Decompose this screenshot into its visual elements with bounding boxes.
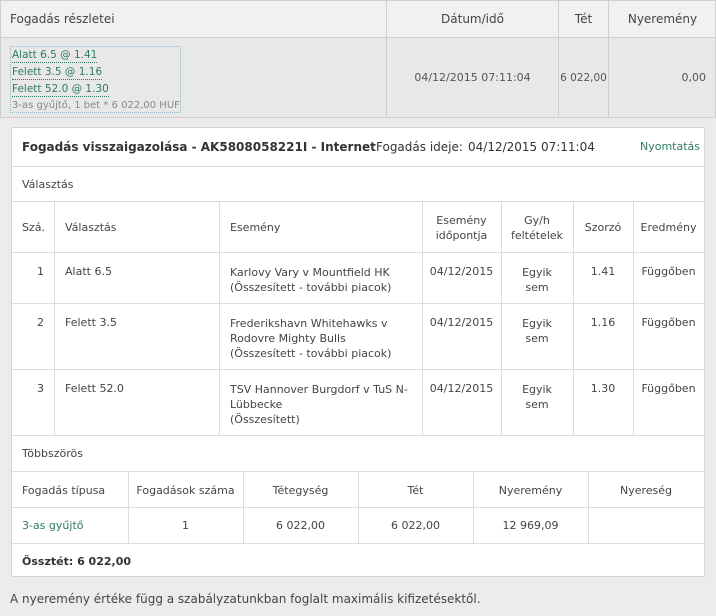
col-header-details: Fogadás részletei [0, 0, 387, 38]
divider [54, 201, 55, 435]
th-selection: Választás [65, 221, 117, 234]
bet-id: - AK5808058221I [187, 140, 308, 154]
th-conditions-line2: feltételek [510, 229, 564, 242]
col-header-winnings: Nyeremény [627, 12, 698, 26]
th-event-time-line2: időpontja [435, 229, 488, 242]
row-2-number: 2 [37, 316, 44, 329]
selections-section-label: Választás [22, 178, 74, 191]
divider [358, 471, 359, 543]
row-2-odds: 1.16 [590, 316, 616, 329]
row-2-event-line1: Frederikshavn Whitehawks v [230, 317, 388, 330]
row-3-event-line1: TSV Hannover Burgdorf v TuS N- [230, 383, 408, 396]
row-1-conditions: Egyik sem [501, 265, 573, 295]
row-3-event-line2: Lübbecke [230, 398, 283, 411]
row-3-date: 04/12/2015 [429, 382, 494, 395]
row-2-result: Függőben [641, 316, 696, 329]
multi-stake: 6 022,00 [391, 519, 440, 532]
row-2-event-line2: Rodovre Mighty Bulls [230, 332, 346, 345]
row-3-number: 3 [37, 382, 44, 395]
divider [219, 201, 220, 435]
row-2-date: 04/12/2015 [429, 316, 494, 329]
th-event-time-line1: Esemény [436, 214, 487, 227]
row-1-date: 04/12/2015 [429, 265, 494, 278]
row-3-selection: Felett 52.0 [65, 382, 124, 395]
th-unit-stake: Tétegység [272, 484, 329, 497]
summary-winnings: 0,00 [681, 71, 707, 84]
multi-unit-stake: 6 022,00 [276, 519, 325, 532]
row-2-event: Frederikshavn Whitehawks v Rodovre Might… [230, 316, 391, 361]
row-3-event: TSV Hannover Burgdorf v TuS N- Lübbecke … [230, 382, 408, 427]
divider [12, 303, 704, 304]
divider [12, 369, 704, 370]
payout-footnote: A nyeremény értéke függ a szabályzatunkb… [10, 592, 481, 606]
divider [12, 166, 704, 167]
multi-winnings: 12 969,09 [502, 519, 559, 532]
row-3-odds: 1.30 [590, 382, 616, 395]
divider [243, 471, 244, 543]
row-3-conditions: Egyik sem [501, 382, 573, 412]
total-stake: Össztét: 6 022,00 [22, 555, 131, 568]
row-2-conditions: Egyik sem [501, 316, 573, 346]
th-odds: Szorzó [584, 221, 622, 234]
row-2-conditions-line1: Egyik [522, 317, 552, 330]
th-number: Szá. [22, 221, 45, 234]
th-conditions-line1: Gy/h [524, 214, 550, 227]
th-event-time: Esemény időpontja [422, 213, 501, 243]
row-3-conditions-line2: sem [525, 398, 549, 411]
divider [588, 471, 589, 543]
col-header-stake: Tét [559, 0, 609, 38]
row-1-conditions-line2: sem [525, 281, 549, 294]
bet-info: 3-as gyűjtő, 1 bet * 6 022,00 HUF [12, 100, 180, 111]
row-1-conditions-line1: Egyik [522, 266, 552, 279]
print-link[interactable]: Nyomtatás [640, 140, 700, 153]
th-bet-count: Fogadások száma [136, 484, 235, 497]
bet-time-label: Fogadás ideje: [376, 140, 463, 154]
summary-selections[interactable]: Alatt 6.5 @ 1.41 Felett 3.5 @ 1.16 Felet… [10, 46, 181, 113]
row-3-result: Függőben [641, 382, 696, 395]
row-1-number: 1 [37, 265, 44, 278]
th-event: Esemény [230, 221, 281, 234]
row-2-selection: Felett 3.5 [65, 316, 117, 329]
row-1-event-line1: Karlovy Vary v Mountfield HK [230, 266, 390, 279]
summary-datetime: 04/12/2015 07:11:04 [387, 38, 559, 118]
bet-channel: - Internet [307, 140, 376, 154]
divider [12, 252, 704, 253]
divider [12, 543, 704, 544]
row-1-selection: Alatt 6.5 [65, 265, 112, 278]
th-result: Eredmény [640, 221, 697, 234]
divider [128, 471, 129, 543]
col-header-datetime: Dátum/idő [387, 0, 559, 38]
total-stake-label: Össztét: [22, 555, 74, 568]
row-1-odds: 1.41 [590, 265, 616, 278]
divider [12, 201, 704, 202]
selection-link-1[interactable]: Alatt 6.5 @ 1.41 [12, 49, 98, 63]
row-3-conditions-line1: Egyik [522, 383, 552, 396]
row-1-event-line2: (Összesített - további piacok) [230, 281, 392, 294]
row-2-event-line3: (Összesített - további piacok) [230, 347, 392, 360]
th-profit: Nyereség [619, 484, 673, 497]
divider [473, 471, 474, 543]
multi-count: 1 [182, 519, 189, 532]
selection-link-3[interactable]: Felett 52.0 @ 1.30 [12, 83, 109, 97]
row-1-event: Karlovy Vary v Mountfield HK (Összesítet… [230, 265, 391, 295]
summary-stake: 6 022,00 [559, 38, 609, 118]
row-3-event-line3: (Összesített) [230, 413, 300, 426]
bet-time-value: 04/12/2015 07:11:04 [468, 140, 595, 154]
bet-type-link[interactable]: 3-as gyűjtő [22, 519, 84, 532]
confirmation-title: Fogadás visszaigazolása - AK5808058221I … [22, 140, 376, 154]
selection-link-2[interactable]: Felett 3.5 @ 1.16 [12, 66, 103, 80]
multiples-section-label: Többszörös [22, 447, 83, 460]
divider [12, 435, 704, 436]
th-winnings: Nyeremény [498, 484, 563, 497]
th-conditions: Gy/h feltételek [501, 213, 573, 243]
th-bet-type: Fogadás típusa [22, 484, 106, 497]
row-1-result: Függőben [641, 265, 696, 278]
row-2-conditions-line2: sem [525, 332, 549, 345]
confirmation-title-prefix: Fogadás visszaigazolása [22, 140, 188, 154]
total-stake-value: 6 022,00 [77, 555, 132, 568]
th-stake: Tét [407, 484, 424, 497]
